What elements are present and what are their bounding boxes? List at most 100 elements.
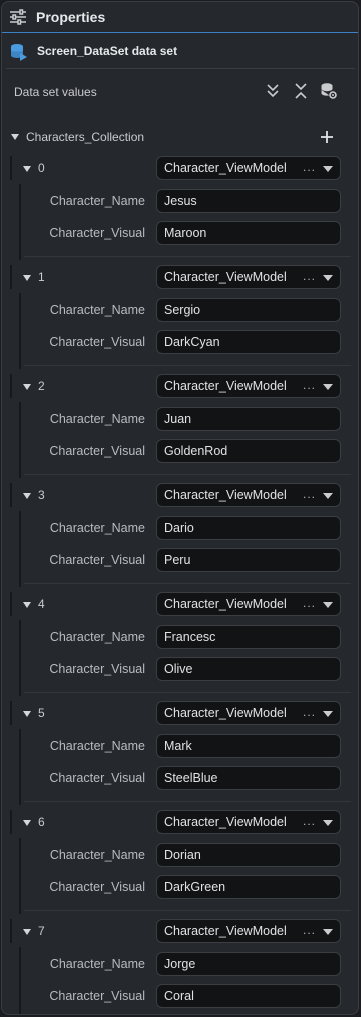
visual-label: Character_Visual: [49, 662, 145, 676]
visual-label: Character_Visual: [49, 771, 145, 785]
caret-down-icon[interactable]: [22, 927, 32, 937]
name-label: Character_Name: [49, 194, 145, 208]
visual-field[interactable]: Olive: [156, 657, 341, 681]
visual-label: Character_Visual: [49, 226, 145, 240]
viewmodel-select[interactable]: Character_ViewModel ...: [156, 810, 341, 834]
viewmodel-select-value: Character_ViewModel: [164, 597, 287, 611]
visual-label: Character_Visual: [49, 989, 145, 1003]
caret-down-icon[interactable]: [22, 491, 32, 501]
more-icon[interactable]: ...: [303, 814, 316, 828]
caret-down-icon[interactable]: [22, 164, 32, 174]
dataset-values-toolbar: Data set values: [6, 70, 355, 114]
name-label: Character_Name: [49, 412, 145, 426]
chevron-down-icon[interactable]: [323, 602, 333, 609]
name-label: Character_Name: [49, 957, 145, 971]
name-field[interactable]: Jorge: [156, 952, 341, 976]
visual-field[interactable]: Maroon: [156, 221, 341, 245]
name-field[interactable]: Sergio: [156, 298, 341, 322]
panel-title: Properties: [36, 9, 106, 25]
name-field[interactable]: Jesus: [156, 189, 341, 213]
viewmodel-select-value: Character_ViewModel: [164, 815, 287, 829]
more-icon[interactable]: ...: [303, 705, 316, 719]
item-divider: [24, 256, 351, 257]
database-icon: [11, 44, 27, 61]
caret-down-icon[interactable]: [10, 132, 20, 142]
visual-field[interactable]: Coral: [156, 984, 341, 1008]
item-index: 4: [38, 597, 45, 611]
visual-field[interactable]: DarkCyan: [156, 330, 341, 354]
item-rail: [10, 483, 12, 507]
chevron-down-icon[interactable]: [323, 384, 333, 391]
name-field[interactable]: Francesc: [156, 625, 341, 649]
dataset-values-label: Data set values: [14, 85, 97, 99]
visual-label: Character_Visual: [49, 553, 145, 567]
collapse-icon[interactable]: [292, 82, 310, 100]
name-field[interactable]: Mark: [156, 734, 341, 758]
caret-down-icon[interactable]: [22, 273, 32, 283]
panel-header: Properties: [2, 2, 358, 33]
divider: [6, 68, 355, 69]
visual-field[interactable]: DarkGreen: [156, 875, 341, 899]
name-label: Character_Name: [49, 739, 145, 753]
chevron-down-icon[interactable]: [323, 493, 333, 500]
caret-down-icon[interactable]: [22, 709, 32, 719]
viewmodel-select-value: Character_ViewModel: [164, 706, 287, 720]
viewmodel-select[interactable]: Character_ViewModel ...: [156, 701, 341, 725]
item-rail: [10, 592, 12, 616]
caret-down-icon[interactable]: [22, 600, 32, 610]
database-settings-icon[interactable]: [320, 82, 338, 100]
item-rail: [10, 701, 12, 725]
more-icon[interactable]: ...: [303, 378, 316, 392]
viewmodel-select-value: Character_ViewModel: [164, 924, 287, 938]
viewmodel-select[interactable]: Character_ViewModel ...: [156, 374, 341, 398]
item-divider: [24, 910, 351, 911]
item-rail: [10, 374, 12, 398]
chevron-down-icon[interactable]: [323, 275, 333, 282]
name-field[interactable]: Dorian: [156, 843, 341, 867]
collection-label: Characters_Collection: [26, 130, 145, 144]
collection-item: 7 Character_ViewModel ... Character_Name…: [10, 919, 351, 1014]
visual-field[interactable]: Peru: [156, 548, 341, 572]
more-icon[interactable]: ...: [303, 160, 316, 174]
collection-item: 6 Character_ViewModel ... Character_Name…: [10, 810, 351, 918]
viewmodel-select[interactable]: Character_ViewModel ...: [156, 265, 341, 289]
more-icon[interactable]: ...: [303, 269, 316, 283]
chevron-down-icon[interactable]: [323, 820, 333, 827]
viewmodel-select[interactable]: Character_ViewModel ...: [156, 483, 341, 507]
more-icon[interactable]: ...: [303, 596, 316, 610]
collection-item: 2 Character_ViewModel ... Character_Name…: [10, 374, 351, 482]
viewmodel-select[interactable]: Character_ViewModel ...: [156, 156, 341, 180]
name-label: Character_Name: [49, 630, 145, 644]
viewmodel-select-value: Character_ViewModel: [164, 161, 287, 175]
more-icon[interactable]: ...: [303, 923, 316, 937]
visual-label: Character_Visual: [49, 444, 145, 458]
viewmodel-select[interactable]: Character_ViewModel ...: [156, 919, 341, 943]
visual-label: Character_Visual: [49, 880, 145, 894]
sliders-icon: [10, 9, 26, 25]
item-index: 1: [38, 270, 45, 284]
name-field[interactable]: Juan: [156, 407, 341, 431]
plus-icon[interactable]: [318, 128, 336, 146]
properties-panel: Properties Screen_DataSet data set Data …: [1, 1, 359, 1015]
name-field[interactable]: Dario: [156, 516, 341, 540]
chevron-down-icon[interactable]: [323, 929, 333, 936]
viewmodel-select[interactable]: Character_ViewModel ...: [156, 592, 341, 616]
double-chevron-down-icon[interactable]: [264, 82, 282, 100]
chevron-down-icon[interactable]: [323, 166, 333, 173]
name-label: Character_Name: [49, 848, 145, 862]
item-divider: [24, 365, 351, 366]
caret-down-icon[interactable]: [22, 818, 32, 828]
item-index: 7: [38, 924, 45, 938]
chevron-down-icon[interactable]: [323, 711, 333, 718]
collection-header[interactable]: Characters_Collection: [2, 126, 358, 148]
viewmodel-select-value: Character_ViewModel: [164, 379, 287, 393]
collection-item: 0 Character_ViewModel ... Character_Name…: [10, 156, 351, 264]
more-icon[interactable]: ...: [303, 487, 316, 501]
caret-down-icon[interactable]: [22, 382, 32, 392]
item-index: 2: [38, 379, 45, 393]
visual-field[interactable]: GoldenRod: [156, 439, 341, 463]
name-label: Character_Name: [49, 303, 145, 317]
item-rail: [10, 265, 12, 289]
viewmodel-select-value: Character_ViewModel: [164, 488, 287, 502]
visual-field[interactable]: SteelBlue: [156, 766, 341, 790]
